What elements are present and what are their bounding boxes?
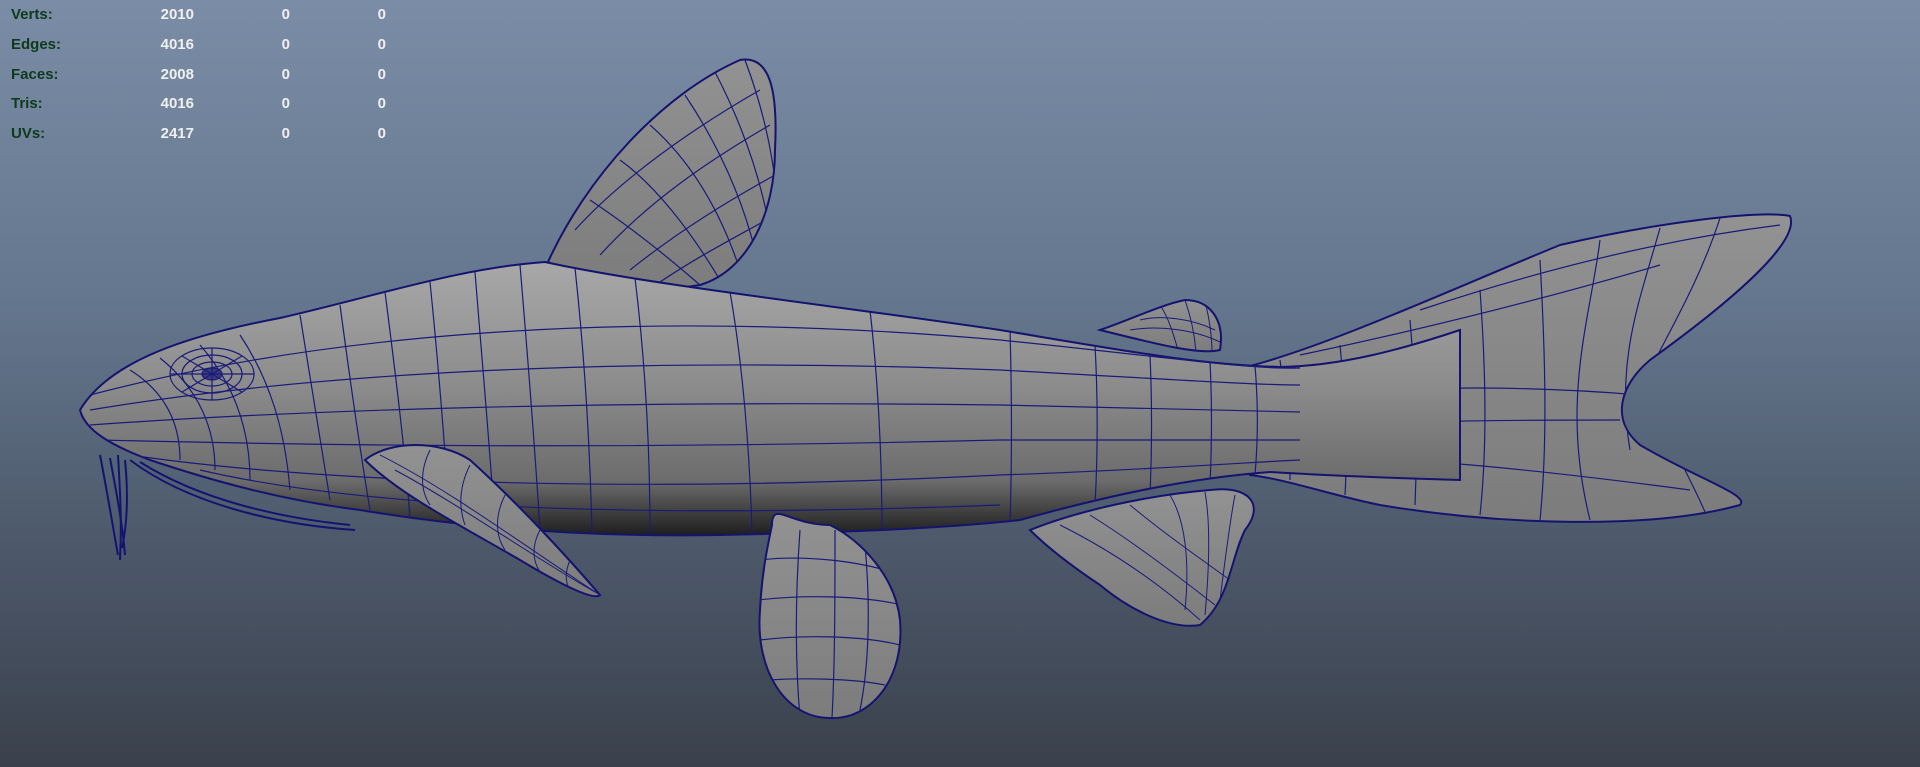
- anal-fin: [1028, 488, 1255, 627]
- hud-value: 0: [281, 95, 290, 113]
- hud-value: 0: [377, 36, 386, 54]
- hud-label: Verts:: [11, 6, 53, 24]
- hud-value: 0: [281, 125, 290, 143]
- hud-value: 0: [377, 65, 386, 83]
- hud-value: 0: [281, 6, 290, 24]
- hud-value: 0: [377, 6, 386, 24]
- hud-row-faces: Faces: 2008 0 0: [11, 59, 391, 89]
- hud-value: 4016: [160, 95, 194, 113]
- hud-row-verts: Verts: 2010 0 0: [11, 0, 391, 30]
- hud-value: 0: [377, 95, 386, 113]
- hud-row-tris: Tris: 4016 0 0: [11, 89, 391, 119]
- hud-label: Edges:: [11, 36, 62, 54]
- hud-label: UVs:: [11, 125, 46, 143]
- pelvic-fin: [758, 512, 902, 720]
- hud-value: 2010: [160, 6, 194, 24]
- hud-label: Faces:: [11, 65, 59, 83]
- hud-row-edges: Edges: 4016 0 0: [11, 30, 391, 60]
- hud-value: 4016: [160, 36, 194, 54]
- adipose-fin: [1096, 298, 1222, 353]
- dorsal-fin: [546, 58, 777, 290]
- hud-value: 2417: [160, 125, 194, 143]
- heads-up-display: Verts: 2010 0 0 Edges: 4016 0 0 Faces: 2…: [11, 0, 391, 148]
- eye: [169, 347, 255, 401]
- hud-label: Tris:: [11, 95, 43, 113]
- hud-value: 0: [377, 125, 386, 143]
- hud-value: 0: [281, 36, 290, 54]
- hud-value: 2008: [160, 65, 194, 83]
- hud-value: 0: [281, 65, 290, 83]
- hud-row-uvs: UVs: 2417 0 0: [11, 119, 391, 149]
- fish-body: [78, 260, 1461, 537]
